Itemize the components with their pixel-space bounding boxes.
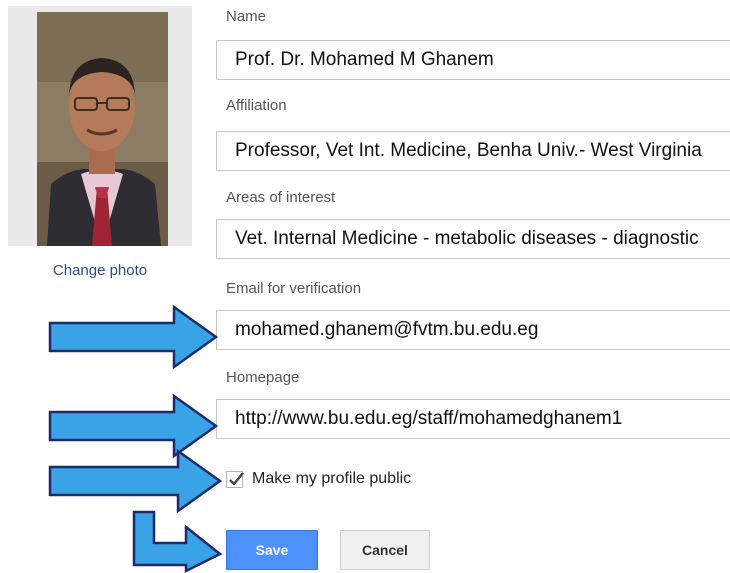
email-label: Email for verification (226, 280, 362, 297)
arrow-public-profile-icon (48, 448, 223, 514)
homepage-label: Homepage (226, 369, 300, 386)
name-field[interactable]: Prof. Dr. Mohamed M Ghanem (216, 40, 730, 80)
affiliation-field[interactable]: Professor, Vet Int. Medicine, Benha Univ… (216, 131, 730, 171)
save-button[interactable]: Save (226, 530, 318, 570)
profile-photo (37, 12, 168, 246)
cancel-button[interactable]: Cancel (340, 530, 430, 570)
interests-label: Areas of interest (226, 189, 336, 206)
name-label: Name (226, 8, 267, 25)
affiliation-label: Affiliation (226, 97, 287, 114)
arrow-save-icon (132, 510, 223, 573)
homepage-field[interactable]: http://www.bu.edu.eg/staff/mohamedghanem… (216, 399, 730, 439)
public-profile-label: Make my profile public (252, 470, 412, 487)
change-photo-link[interactable]: Change photo (0, 262, 200, 279)
public-profile-checkbox[interactable] (226, 471, 244, 488)
email-field[interactable]: mohamed.ghanem@fvtm.bu.edu.eg (216, 310, 730, 350)
checkmark-icon (229, 472, 244, 486)
interests-field[interactable]: Vet. Internal Medicine - metabolic disea… (216, 219, 730, 259)
arrow-email-icon (48, 304, 219, 370)
